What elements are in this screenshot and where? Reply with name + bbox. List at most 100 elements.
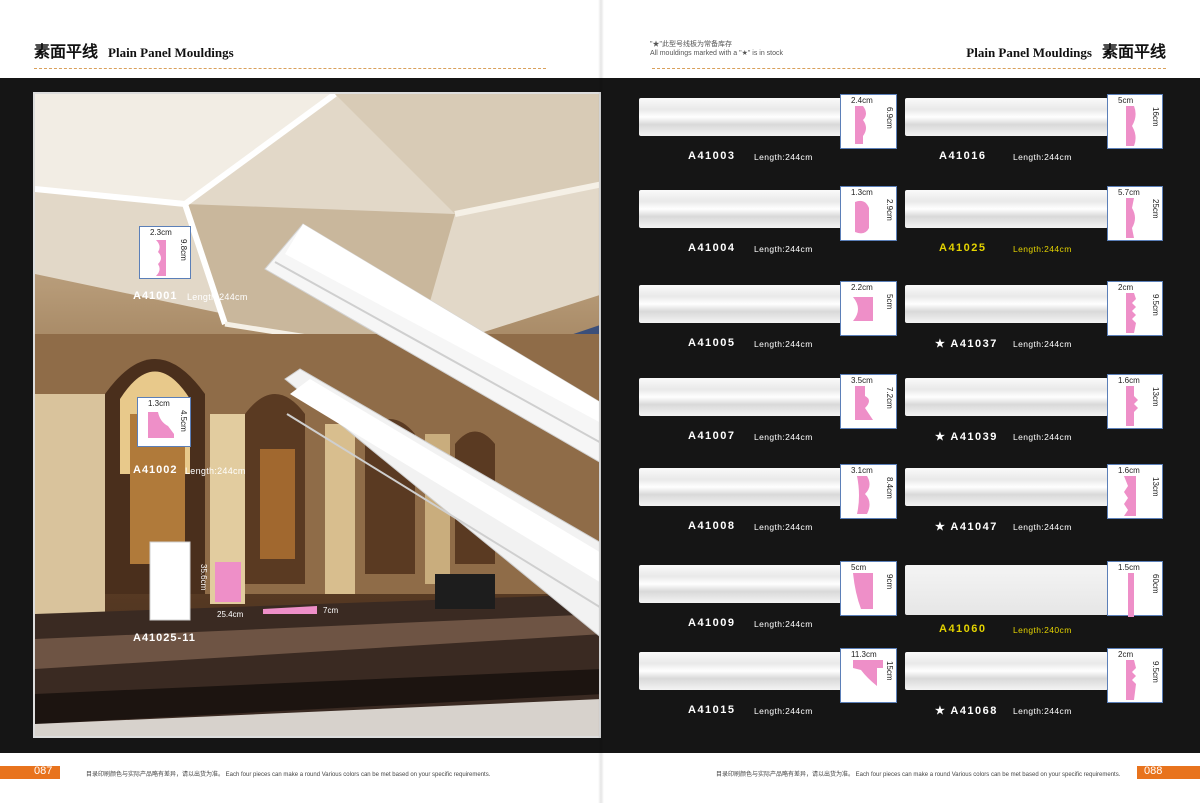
profile-box-A41008: 3.1cm 8.4cm	[840, 464, 897, 519]
stock-note-en: All mouldings marked with a "★" is in st…	[650, 50, 784, 57]
profile-box-A41060: 1.5cm 60cm	[1107, 561, 1163, 617]
in-stock-star-icon: ★	[935, 431, 947, 443]
product-code-A41009: A41009	[688, 617, 736, 629]
product-code-A41005: A41005	[688, 337, 736, 349]
product-code-A41047: ★ A41047	[935, 520, 998, 533]
moulding-photo-A41060	[905, 565, 1108, 615]
stock-note-cn: "★"此型号线板为常备库存	[650, 41, 732, 48]
dim-width: 1.5cm	[1118, 563, 1140, 572]
product-code-text: A41025	[939, 242, 987, 254]
product-code-text: A41039	[950, 431, 998, 443]
profile-shape	[857, 476, 870, 514]
dim-height: 13cm	[1151, 387, 1160, 407]
product-code-text: A41068	[950, 705, 998, 717]
product-code-text: A41037	[950, 338, 998, 350]
header-divider-left	[34, 68, 546, 69]
scene-length-A41002: Length:244cm	[185, 466, 246, 476]
page-number-left: 087	[34, 765, 53, 777]
profile-shape	[853, 297, 873, 321]
moulding-photo-A41005	[639, 285, 842, 323]
product-length-A41047: Length:244cm	[1013, 522, 1072, 532]
dim-width: 1.6cm	[1118, 466, 1140, 475]
dim-width: 2.3cm	[150, 228, 172, 237]
dim-width: 1.6cm	[1118, 376, 1140, 385]
moulding-photo-A41003	[639, 98, 842, 136]
moulding-photo-A41047	[905, 468, 1108, 506]
product-code-A41060: A41060	[935, 623, 987, 635]
footer-note-right: 目录印刷颜色与实际产品略有差异，请以出货为准。 Each four pieces…	[716, 772, 1121, 778]
header-divider-right	[652, 68, 1166, 69]
profile-shape	[1126, 386, 1138, 426]
profile-shape	[1126, 660, 1136, 700]
product-length-A41005: Length:244cm	[754, 339, 813, 349]
product-length-A41025: Length:244cm	[1013, 244, 1072, 254]
profile-box-A41016: 5cm 16cm	[1107, 94, 1163, 149]
in-stock-star-icon: ★	[935, 705, 947, 717]
profile-box-A41037: 2cm 9.5cm	[1107, 281, 1163, 336]
product-length-A41039: Length:244cm	[1013, 432, 1072, 442]
dim-height: 25cm	[1151, 199, 1160, 219]
profile-shape	[156, 240, 166, 276]
dim-height: 9.5cm	[1151, 661, 1160, 683]
dim-height: 6.9cm	[885, 107, 894, 129]
scene-code-A41001: A41001	[133, 290, 178, 302]
dim-width: 3.1cm	[851, 466, 873, 475]
product-length-A41004: Length:244cm	[754, 244, 813, 254]
profile-shape	[1126, 198, 1135, 238]
product-length-A41037: Length:244cm	[1013, 339, 1072, 349]
profile-shape	[855, 386, 873, 420]
product-code-text: A41015	[688, 704, 736, 716]
dim-width: 2.4cm	[851, 96, 873, 105]
product-length-A41003: Length:244cm	[754, 152, 813, 162]
product-code-text: A41060	[939, 623, 987, 635]
dim-height: 4.5cm	[179, 410, 188, 432]
product-length-A41016: Length:244cm	[1013, 152, 1072, 162]
profile-box-A41009: 5cm 9cm	[840, 561, 897, 616]
profile-box-A41015: 11.3cm 15cm	[840, 648, 897, 703]
corner-dim-width: 25.4cm	[217, 610, 244, 619]
dim-height: 8.4cm	[885, 477, 894, 499]
product-code-text: A41008	[688, 520, 736, 532]
profile-shape	[1126, 106, 1136, 146]
dim-height: 2.9cm	[885, 199, 894, 221]
dim-height: 15cm	[885, 661, 894, 681]
profile-box-A41068: 2cm 9.5cm	[1107, 648, 1163, 703]
profile-box-A41039: 1.6cm 13cm	[1107, 374, 1163, 429]
dim-height: 9cm	[885, 574, 894, 590]
profile-box-A41002: 1.3cm 4.5cm	[137, 397, 191, 447]
profile-box-A41003: 2.4cm 6.9cm	[840, 94, 897, 149]
product-length-A41009: Length:244cm	[754, 619, 813, 629]
dim-height: 9.8cm	[179, 239, 188, 261]
product-code-text: A41047	[950, 521, 998, 533]
title-cn-left: 素面平线	[34, 42, 99, 61]
profile-shape	[855, 106, 866, 144]
scene-code-A41002: A41002	[133, 464, 178, 476]
product-code-A41037: ★ A41037	[935, 337, 998, 350]
title-en-left: Plain Panel Mouldings	[108, 45, 234, 60]
corner-dim-depth: 7cm	[323, 606, 339, 615]
dim-width: 3.5cm	[851, 376, 873, 385]
page-title-left: 素面平线 Plain Panel Mouldings	[34, 38, 234, 62]
profile-box-A41005: 2.2cm 5cm	[840, 281, 897, 336]
profile-box-A41001: 2.3cm 9.8cm	[139, 226, 191, 279]
profile-box-A41025: 5.7cm 25cm	[1107, 186, 1163, 241]
moulding-photo-A41015	[639, 652, 842, 690]
dim-width: 1.3cm	[148, 399, 170, 408]
profile-shape	[853, 573, 873, 609]
dim-height: 13cm	[1151, 477, 1160, 497]
interior-scene-photo: 2.3cm 9.8cm A41001 Length:244cm 1.3cm 4.…	[33, 92, 601, 738]
product-code-A41039: ★ A41039	[935, 430, 998, 443]
product-code-text: A41004	[688, 242, 736, 254]
profile-shape	[855, 200, 869, 234]
stock-note: "★"此型号线板为常备库存 All mouldings marked with …	[650, 40, 783, 58]
dim-height: 9.5cm	[1151, 294, 1160, 316]
title-en-right: Plain Panel Mouldings	[966, 45, 1092, 60]
corner-dim-height: 35.6cm	[199, 564, 208, 591]
moulding-photo-A41004	[639, 190, 842, 228]
dim-width: 2.2cm	[851, 283, 873, 292]
footer-note-left: 目录印刷颜色与实际产品略有差异，请以出货为准。 Each four pieces…	[86, 772, 491, 778]
profile-shape	[148, 412, 174, 438]
product-code-text: A41009	[688, 617, 736, 629]
dim-height: 16cm	[1151, 107, 1160, 127]
dim-width: 11.3cm	[851, 650, 877, 659]
